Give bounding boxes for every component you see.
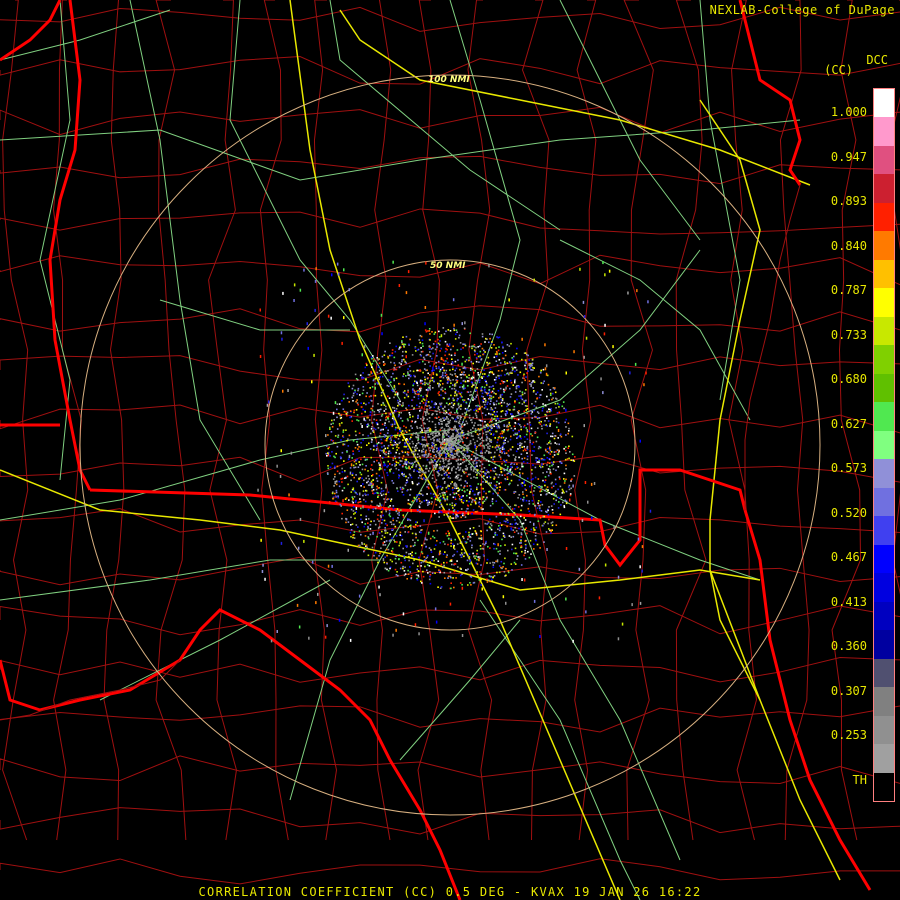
color-scale-label: 0.680 <box>830 372 867 386</box>
color-scale-label: 1.000 <box>830 105 867 119</box>
color-scale-swatch <box>874 459 894 489</box>
color-scale-swatch <box>874 373 894 403</box>
color-scale-swatch <box>874 516 894 546</box>
color-scale-label: 0.253 <box>830 728 867 742</box>
color-scale-swatch <box>874 345 894 375</box>
color-scale-swatch <box>874 430 894 460</box>
color-scale-swatch <box>874 117 894 147</box>
color-scale-swatch <box>874 573 894 603</box>
color-scale-swatch <box>874 402 894 432</box>
color-scale-swatch <box>874 544 894 574</box>
color-scale-swatch <box>874 174 894 204</box>
road-network <box>0 0 801 900</box>
product-caption: CORRELATION COEFFICIENT (CC) 0.5 DEG - K… <box>198 885 702 899</box>
color-scale-swatch <box>874 630 894 660</box>
color-scale-swatch <box>874 687 894 717</box>
radar-echo-field <box>257 260 652 643</box>
unit-label: (CC) <box>824 63 853 77</box>
color-scale-swatch <box>874 601 894 631</box>
color-scale-label: 0.627 <box>830 416 867 431</box>
color-scale-swatch <box>874 772 894 802</box>
range-ring-label-100: 100 NMI <box>428 75 470 85</box>
color-scale-swatch <box>874 744 894 773</box>
color-scale-swatch <box>874 259 894 289</box>
product-code: DCC <box>866 53 888 67</box>
range-ring-label-50: 50 NMI <box>430 261 466 271</box>
color-scale-label: TH <box>852 772 867 787</box>
color-scale-label: 0.467 <box>830 550 867 564</box>
color-scale-swatch <box>874 487 894 517</box>
color-scale-label: 0.733 <box>830 327 867 342</box>
color-scale-swatch <box>874 145 894 175</box>
color-scale-swatch <box>874 316 894 346</box>
color-scale-label: 0.840 <box>830 238 867 253</box>
color-scale-label: 0.787 <box>830 283 867 297</box>
color-scale-bar <box>873 88 895 802</box>
color-scale-label: 0.307 <box>830 683 867 698</box>
radar-map[interactable]: 100 NMI 50 NMI <box>0 0 900 900</box>
color-scale-label: 0.413 <box>830 594 867 609</box>
color-scale-swatch <box>874 202 894 232</box>
color-scale-label: 0.360 <box>830 639 867 653</box>
color-scale-swatch <box>874 715 894 745</box>
color-scale-swatch <box>874 89 894 118</box>
color-scale-swatch <box>874 658 894 688</box>
color-scale-label: 0.520 <box>830 505 867 520</box>
color-scale-swatch <box>874 288 894 318</box>
nexlab-credit: NEXLAB-College of DuPage <box>709 3 895 17</box>
state-borders <box>0 0 872 900</box>
color-scale-label: 0.947 <box>830 149 867 164</box>
color-scale-label: 0.893 <box>830 194 867 208</box>
color-scale-swatch <box>874 231 894 261</box>
color-scale-label: 0.573 <box>830 461 867 475</box>
